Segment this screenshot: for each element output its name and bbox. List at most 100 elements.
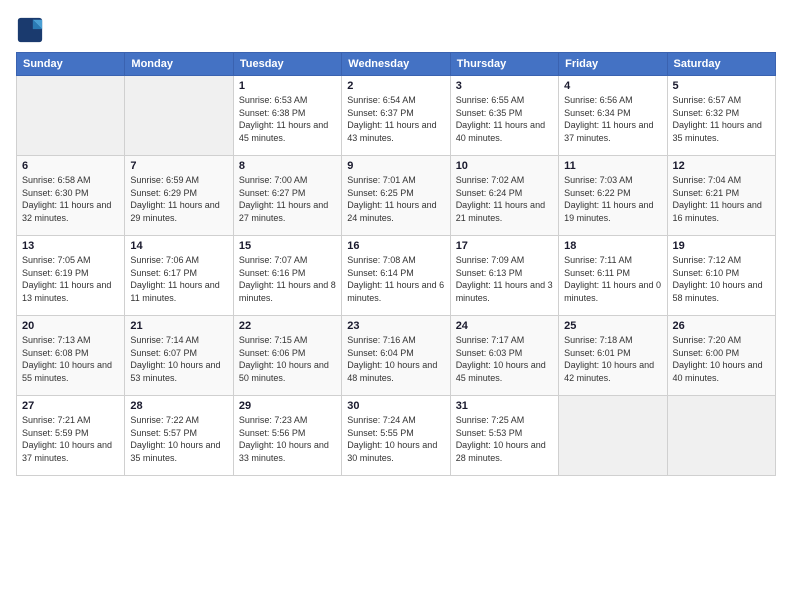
day-info: Sunrise: 7:20 AM Sunset: 6:00 PM Dayligh… (673, 334, 770, 384)
calendar-week-row: 13 Sunrise: 7:05 AM Sunset: 6:19 PM Dayli… (17, 236, 776, 316)
day-number: 3 (456, 80, 553, 92)
header-row: SundayMondayTuesdayWednesdayThursdayFrid… (17, 53, 776, 76)
calendar-week-row: 1 Sunrise: 6:53 AM Sunset: 6:38 PM Daylig… (17, 76, 776, 156)
day-number: 29 (239, 400, 336, 412)
calendar-cell: 7 Sunrise: 6:59 AM Sunset: 6:29 PM Daylig… (125, 156, 233, 236)
calendar-cell: 17 Sunrise: 7:09 AM Sunset: 6:13 PM Dayli… (450, 236, 558, 316)
day-info: Sunrise: 6:59 AM Sunset: 6:29 PM Dayligh… (130, 174, 227, 224)
day-info: Sunrise: 7:24 AM Sunset: 5:55 PM Dayligh… (347, 414, 444, 464)
day-number: 24 (456, 320, 553, 332)
day-info: Sunrise: 7:01 AM Sunset: 6:25 PM Dayligh… (347, 174, 444, 224)
day-info: Sunrise: 6:56 AM Sunset: 6:34 PM Dayligh… (564, 94, 661, 144)
calendar-cell (667, 396, 775, 476)
calendar-week-row: 27 Sunrise: 7:21 AM Sunset: 5:59 PM Dayli… (17, 396, 776, 476)
day-number: 20 (22, 320, 119, 332)
day-number: 28 (130, 400, 227, 412)
day-of-week-header: Friday (559, 53, 667, 76)
day-info: Sunrise: 7:09 AM Sunset: 6:13 PM Dayligh… (456, 254, 553, 304)
day-number: 23 (347, 320, 444, 332)
day-info: Sunrise: 6:53 AM Sunset: 6:38 PM Dayligh… (239, 94, 336, 144)
calendar-cell: 5Sunrise: 6:57 AM Sunset: 6:32 PM Daylig… (667, 76, 775, 156)
day-info: Sunrise: 6:57 AM Sunset: 6:32 PM Dayligh… (673, 94, 770, 144)
calendar-cell: 1 Sunrise: 6:53 AM Sunset: 6:38 PM Daylig… (233, 76, 341, 156)
calendar-cell: 29 Sunrise: 7:23 AM Sunset: 5:56 PM Dayli… (233, 396, 341, 476)
day-number: 12 (673, 160, 770, 172)
calendar-cell: 26 Sunrise: 7:20 AM Sunset: 6:00 PM Dayli… (667, 316, 775, 396)
day-number: 21 (130, 320, 227, 332)
day-info: Sunrise: 6:58 AM Sunset: 6:30 PM Dayligh… (22, 174, 119, 224)
day-number: 17 (456, 240, 553, 252)
day-info: Sunrise: 7:22 AM Sunset: 5:57 PM Dayligh… (130, 414, 227, 464)
page-header (16, 16, 776, 44)
calendar-cell (17, 76, 125, 156)
day-info: Sunrise: 7:23 AM Sunset: 5:56 PM Dayligh… (239, 414, 336, 464)
day-number: 8 (239, 160, 336, 172)
calendar-cell: 12 Sunrise: 7:04 AM Sunset: 6:21 PM Dayli… (667, 156, 775, 236)
day-info: Sunrise: 7:14 AM Sunset: 6:07 PM Dayligh… (130, 334, 227, 384)
day-number: 31 (456, 400, 553, 412)
calendar-cell: 10 Sunrise: 7:02 AM Sunset: 6:24 PM Dayli… (450, 156, 558, 236)
calendar-cell: 20 Sunrise: 7:13 AM Sunset: 6:08 PM Dayli… (17, 316, 125, 396)
day-number: 1 (239, 80, 336, 92)
day-info: Sunrise: 7:05 AM Sunset: 6:19 PM Dayligh… (22, 254, 119, 304)
day-info: Sunrise: 7:12 AM Sunset: 6:10 PM Dayligh… (673, 254, 770, 304)
calendar-table: SundayMondayTuesdayWednesdayThursdayFrid… (16, 52, 776, 476)
day-number: 11 (564, 160, 661, 172)
day-number: 6 (22, 160, 119, 172)
calendar-week-row: 20 Sunrise: 7:13 AM Sunset: 6:08 PM Dayli… (17, 316, 776, 396)
day-of-week-header: Tuesday (233, 53, 341, 76)
day-info: Sunrise: 7:04 AM Sunset: 6:21 PM Dayligh… (673, 174, 770, 224)
day-info: Sunrise: 7:15 AM Sunset: 6:06 PM Dayligh… (239, 334, 336, 384)
day-number: 13 (22, 240, 119, 252)
calendar-cell: 14 Sunrise: 7:06 AM Sunset: 6:17 PM Dayli… (125, 236, 233, 316)
day-number: 14 (130, 240, 227, 252)
calendar-cell: 22 Sunrise: 7:15 AM Sunset: 6:06 PM Dayli… (233, 316, 341, 396)
calendar-cell: 19 Sunrise: 7:12 AM Sunset: 6:10 PM Dayli… (667, 236, 775, 316)
day-number: 19 (673, 240, 770, 252)
calendar-cell: 8 Sunrise: 7:00 AM Sunset: 6:27 PM Daylig… (233, 156, 341, 236)
day-info: Sunrise: 7:16 AM Sunset: 6:04 PM Dayligh… (347, 334, 444, 384)
day-info: Sunrise: 7:03 AM Sunset: 6:22 PM Dayligh… (564, 174, 661, 224)
calendar-cell: 13 Sunrise: 7:05 AM Sunset: 6:19 PM Dayli… (17, 236, 125, 316)
calendar-cell: 18Sunrise: 7:11 AM Sunset: 6:11 PM Dayli… (559, 236, 667, 316)
day-number: 4 (564, 80, 661, 92)
calendar-cell: 11 Sunrise: 7:03 AM Sunset: 6:22 PM Dayli… (559, 156, 667, 236)
day-info: Sunrise: 7:25 AM Sunset: 5:53 PM Dayligh… (456, 414, 553, 464)
calendar-cell: 27 Sunrise: 7:21 AM Sunset: 5:59 PM Dayli… (17, 396, 125, 476)
day-info: Sunrise: 7:17 AM Sunset: 6:03 PM Dayligh… (456, 334, 553, 384)
day-of-week-header: Sunday (17, 53, 125, 76)
logo-icon (16, 16, 44, 44)
day-number: 30 (347, 400, 444, 412)
day-info: Sunrise: 6:54 AM Sunset: 6:37 PM Dayligh… (347, 94, 444, 144)
day-info: Sunrise: 7:06 AM Sunset: 6:17 PM Dayligh… (130, 254, 227, 304)
day-number: 15 (239, 240, 336, 252)
calendar-cell: 30 Sunrise: 7:24 AM Sunset: 5:55 PM Dayli… (342, 396, 450, 476)
day-info: Sunrise: 7:00 AM Sunset: 6:27 PM Dayligh… (239, 174, 336, 224)
day-number: 2 (347, 80, 444, 92)
day-number: 22 (239, 320, 336, 332)
day-number: 10 (456, 160, 553, 172)
calendar-cell: 24 Sunrise: 7:17 AM Sunset: 6:03 PM Dayli… (450, 316, 558, 396)
day-number: 7 (130, 160, 227, 172)
day-number: 18 (564, 240, 661, 252)
day-of-week-header: Wednesday (342, 53, 450, 76)
calendar-cell: 4 Sunrise: 6:56 AM Sunset: 6:34 PM Daylig… (559, 76, 667, 156)
day-info: Sunrise: 7:13 AM Sunset: 6:08 PM Dayligh… (22, 334, 119, 384)
day-of-week-header: Monday (125, 53, 233, 76)
day-info: Sunrise: 6:55 AM Sunset: 6:35 PM Dayligh… (456, 94, 553, 144)
day-number: 26 (673, 320, 770, 332)
day-info: Sunrise: 7:21 AM Sunset: 5:59 PM Dayligh… (22, 414, 119, 464)
day-number: 27 (22, 400, 119, 412)
calendar-cell: 23 Sunrise: 7:16 AM Sunset: 6:04 PM Dayli… (342, 316, 450, 396)
day-of-week-header: Thursday (450, 53, 558, 76)
calendar-cell: 6 Sunrise: 6:58 AM Sunset: 6:30 PM Daylig… (17, 156, 125, 236)
calendar-cell: 31 Sunrise: 7:25 AM Sunset: 5:53 PM Dayli… (450, 396, 558, 476)
calendar-body: 1 Sunrise: 6:53 AM Sunset: 6:38 PM Daylig… (17, 76, 776, 476)
day-info: Sunrise: 7:18 AM Sunset: 6:01 PM Dayligh… (564, 334, 661, 384)
day-info: Sunrise: 7:02 AM Sunset: 6:24 PM Dayligh… (456, 174, 553, 224)
calendar-cell: 25Sunrise: 7:18 AM Sunset: 6:01 PM Dayli… (559, 316, 667, 396)
day-number: 16 (347, 240, 444, 252)
calendar-cell: 16Sunrise: 7:08 AM Sunset: 6:14 PM Dayli… (342, 236, 450, 316)
calendar-cell: 3 Sunrise: 6:55 AM Sunset: 6:35 PM Daylig… (450, 76, 558, 156)
calendar-cell: 21 Sunrise: 7:14 AM Sunset: 6:07 PM Dayli… (125, 316, 233, 396)
